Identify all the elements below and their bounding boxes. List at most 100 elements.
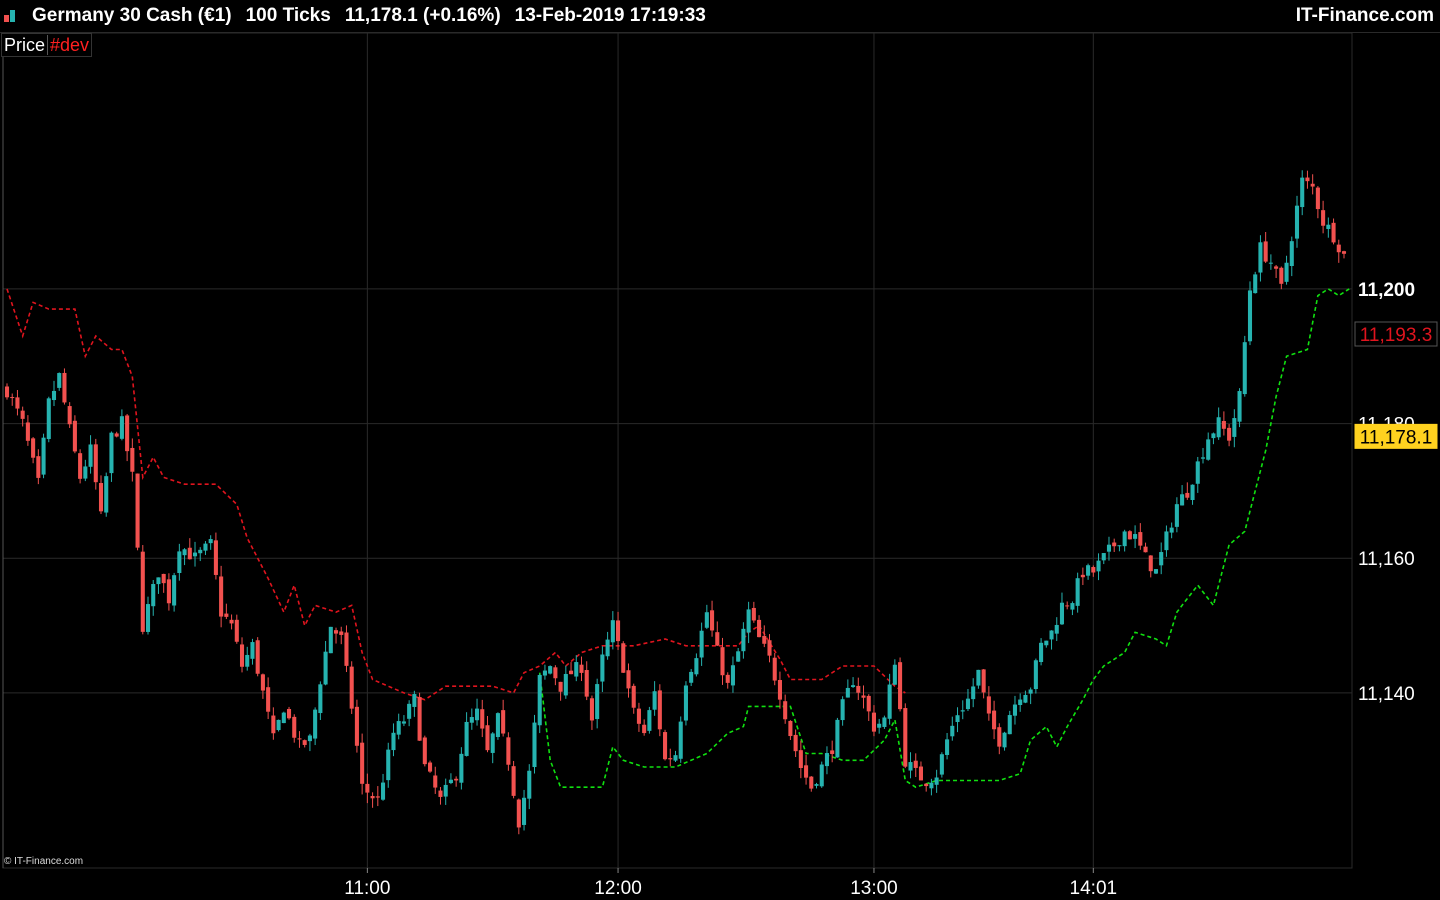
candle-body	[1065, 605, 1070, 607]
candle-body	[1341, 251, 1347, 254]
candle-body	[266, 687, 271, 712]
candle-body	[459, 753, 464, 783]
candle-body	[318, 684, 323, 714]
instrument-name: Germany 30 Cash (€1)	[32, 5, 232, 26]
candle-body	[814, 784, 819, 786]
candle-body	[198, 549, 203, 554]
candle-body	[1268, 262, 1273, 264]
legend-indicator[interactable]: #dev	[47, 35, 90, 55]
candle-body	[746, 609, 751, 633]
candle-body	[767, 640, 772, 656]
candle-body	[1180, 494, 1185, 506]
last-price-label: 11,178.1	[1360, 427, 1433, 448]
candle-body	[1169, 527, 1174, 533]
candle-body	[589, 698, 594, 721]
candle-body	[1195, 461, 1200, 484]
candle-body	[224, 613, 229, 617]
candle-body	[93, 444, 98, 483]
candle-body	[877, 723, 882, 728]
candle-body	[161, 573, 166, 584]
candle-body	[736, 651, 741, 662]
candle-body	[98, 483, 104, 512]
y-tick-label: 11,160	[1358, 549, 1415, 570]
candle-body	[1159, 552, 1164, 566]
candle-body	[793, 734, 798, 752]
candle-body	[433, 775, 438, 788]
candle-body	[699, 630, 704, 658]
legend-price[interactable]: Price	[4, 35, 45, 55]
candle-body	[365, 783, 370, 793]
candle-body	[78, 453, 83, 479]
candle-body	[908, 762, 913, 771]
candle-body	[971, 686, 976, 700]
candle-body	[1153, 569, 1159, 574]
chart-legend[interactable]: Price #dev	[1, 33, 93, 57]
candle-body	[1300, 177, 1305, 208]
price-chart[interactable]: 11,14011,16011,18011,200 11:0012:0013:00…	[0, 0, 1440, 900]
candle-body	[913, 760, 918, 768]
time-axis[interactable]: 11:00 12:00 13:00 14:01	[344, 868, 1117, 899]
candle-body	[574, 662, 579, 677]
candle-body	[584, 670, 589, 697]
candle-body	[438, 790, 443, 797]
upper-band-line	[6, 288, 906, 701]
candle-body	[955, 715, 960, 723]
candle-body	[903, 708, 908, 767]
candle-body	[1028, 689, 1033, 694]
copyright-notice: © IT-Finance.com	[4, 856, 84, 867]
candle-body	[480, 709, 485, 729]
candle-body	[725, 674, 730, 683]
candle-body	[1305, 177, 1310, 182]
candle-body	[485, 725, 490, 751]
candle-body	[689, 671, 694, 683]
candle-body	[104, 476, 109, 513]
candle-body	[1174, 504, 1179, 527]
candle-body	[219, 576, 224, 617]
candle-body	[407, 703, 412, 719]
candle-body	[1221, 421, 1226, 429]
candle-body	[678, 721, 683, 759]
candle-body	[579, 664, 584, 673]
candle-body	[10, 397, 15, 399]
candle-body	[234, 619, 239, 642]
candle-body	[997, 727, 1002, 747]
candle-body	[31, 438, 36, 458]
candle-body	[454, 778, 459, 781]
candle-body	[1117, 545, 1122, 547]
candle-body	[1336, 244, 1341, 253]
candle-body	[46, 398, 51, 440]
candle-body	[710, 610, 715, 631]
candle-body	[772, 657, 777, 681]
candle-body	[1321, 210, 1326, 226]
candle-body	[1284, 262, 1289, 282]
candle-body	[558, 681, 563, 692]
candle-body	[1080, 574, 1085, 578]
candle-body	[1044, 640, 1049, 646]
candle-body	[647, 710, 652, 731]
candle-body	[892, 664, 897, 685]
candle-body	[380, 782, 386, 800]
candle-body	[1070, 603, 1075, 610]
candle-body	[125, 415, 130, 452]
tick-interval[interactable]: 100 Ticks	[246, 5, 331, 26]
candle-body	[553, 667, 558, 679]
candle-body	[704, 612, 709, 628]
candle-body	[130, 447, 135, 472]
x-tick-label: 12:00	[594, 878, 642, 899]
candle-body	[386, 749, 391, 781]
candle-body	[67, 406, 72, 425]
price-tags: 11,193.3 11,178.1	[1354, 321, 1438, 449]
candle-body	[642, 724, 647, 734]
y-tick-label: 11,200	[1358, 280, 1415, 301]
candle-body	[62, 372, 67, 403]
candle-body	[1148, 555, 1153, 572]
candle-body	[1227, 427, 1232, 441]
candle-body	[1185, 492, 1190, 498]
candle-body	[333, 630, 339, 634]
candlesticks	[4, 170, 1347, 835]
candle-body	[114, 433, 119, 437]
candle-body	[871, 712, 876, 732]
candle-body	[88, 444, 93, 467]
deviation-bands	[6, 287, 1350, 789]
candle-body	[375, 796, 380, 798]
